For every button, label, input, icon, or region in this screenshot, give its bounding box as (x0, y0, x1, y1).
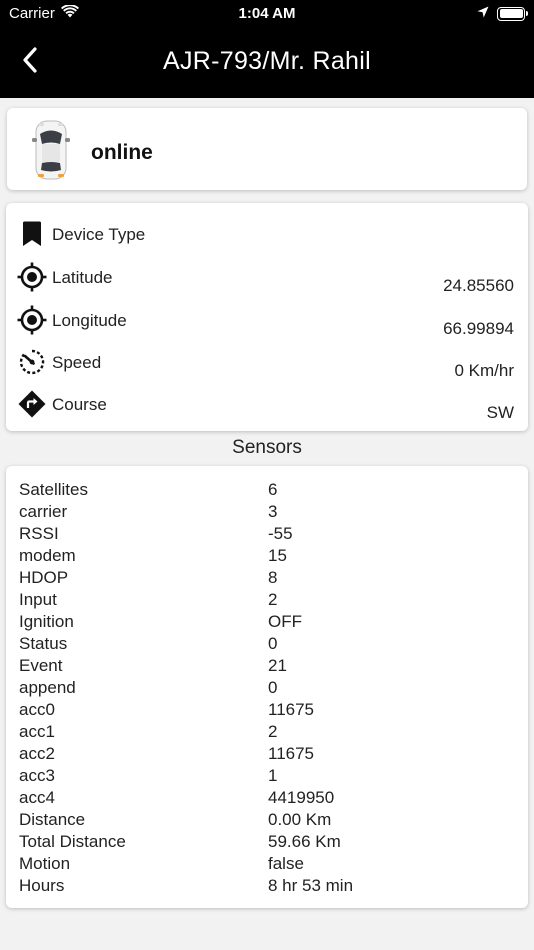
sensor-row: Distance 0.00 Km (6, 810, 528, 832)
vehicle-info-card: Device Type Latitude 24.85560 Longitude … (6, 203, 528, 431)
device-type-row: Device Type (6, 215, 528, 255)
battery-icon (497, 6, 528, 21)
sensor-name: append (19, 678, 76, 697)
sensor-value: 0.00 Km (268, 810, 332, 829)
sensor-row: Hours 8 hr 53 min (6, 876, 528, 898)
speed-label: Speed (52, 353, 102, 372)
sensors-card: Satellites 6 carrier 3 RSSI -55 modem 15 HDOP 8 In… (6, 466, 528, 908)
sensor-value: OFF (268, 612, 302, 631)
course-row: Course SW (6, 385, 528, 425)
sensor-name: carrier (19, 502, 68, 521)
sensor-row: acc3 1 (6, 766, 528, 788)
turn-right-icon (17, 389, 47, 419)
gps-fixed-icon (17, 262, 47, 292)
speed-row: Speed 0 Km/hr (6, 343, 528, 383)
sensor-row: Total Distance 59.66 Km (6, 832, 528, 854)
longitude-row: Longitude 66.99894 (6, 301, 528, 341)
speed-value: 0 Km/hr (454, 361, 514, 380)
sensor-value: 1 (268, 766, 278, 785)
car-top-view-icon (31, 118, 71, 182)
sensor-name: acc0 (19, 700, 55, 719)
status-time: 1:04 AM (238, 5, 296, 22)
sensor-row: Event 21 (6, 656, 528, 678)
sensor-value: 3 (268, 502, 278, 521)
gps-fixed-icon (17, 305, 47, 335)
sensor-row: acc1 2 (6, 722, 528, 744)
speedometer-icon (17, 347, 47, 377)
sensor-name: acc3 (19, 766, 55, 785)
status-right-group (477, 5, 528, 22)
sensor-row: Motion false (6, 854, 528, 876)
sensor-row: Status 0 (6, 634, 528, 656)
sensor-row: acc0 11675 (6, 700, 528, 722)
sensor-row: Satellites 6 (6, 480, 528, 502)
sensor-name: Satellites (19, 480, 88, 499)
sensor-row: acc4 4419950 (6, 788, 528, 810)
page-title: AJR-793/Mr. Rahil (163, 47, 371, 75)
course-value: SW (486, 403, 514, 422)
latitude-value: 24.85560 (443, 276, 514, 295)
latitude-row: Latitude 24.85560 (6, 258, 528, 298)
top-bar: Carrier 1:04 AM AJR-793/Mr. Rahil (0, 0, 534, 98)
vehicle-status-text: online (91, 141, 153, 164)
sensor-value: -55 (268, 524, 293, 543)
sensor-row: modem 15 (6, 546, 528, 568)
vehicle-status-card: online (7, 108, 527, 190)
sensor-name: Input (19, 590, 57, 609)
sensor-name: acc1 (19, 722, 55, 741)
course-label: Course (52, 395, 107, 414)
sensor-value: 11675 (268, 700, 315, 719)
sensor-name: Total Distance (19, 832, 126, 851)
sensor-name: Event (19, 656, 63, 675)
sensor-name: Status (19, 634, 68, 653)
sensor-row: acc2 11675 (6, 744, 528, 766)
chevron-left-icon (22, 46, 38, 78)
sensor-name: HDOP (19, 568, 69, 587)
sensor-row: RSSI -55 (6, 524, 528, 546)
sensor-name: Distance (19, 810, 86, 829)
sensor-value: 2 (268, 590, 278, 609)
longitude-label: Longitude (52, 311, 127, 330)
sensor-row: carrier 3 (6, 502, 528, 524)
sensor-name: Hours (19, 876, 65, 895)
sensor-row: Input 2 (6, 590, 528, 612)
sensor-value: 0 (268, 678, 278, 697)
sensor-value: 8 (268, 568, 278, 587)
location-arrow-icon (477, 5, 489, 22)
sensor-value: false (268, 854, 304, 873)
sensor-row: append 0 (6, 678, 528, 700)
sensor-name: Ignition (19, 612, 74, 631)
sensor-name: acc4 (19, 788, 55, 807)
latitude-label: Latitude (52, 268, 113, 287)
sensor-name: RSSI (19, 524, 59, 543)
sensor-value: 21 (268, 656, 287, 675)
longitude-value: 66.99894 (443, 319, 514, 338)
sensor-value: 4419950 (268, 788, 335, 807)
sensor-value: 15 (268, 546, 287, 565)
sensor-value: 2 (268, 722, 278, 741)
bookmark-icon (17, 219, 47, 249)
sensor-name: acc2 (19, 744, 55, 763)
sensor-name: modem (19, 546, 76, 565)
device-type-label: Device Type (52, 225, 146, 244)
sensor-value: 6 (268, 480, 278, 499)
sensor-name: Motion (19, 854, 71, 873)
nav-bar: AJR-793/Mr. Rahil (0, 28, 534, 98)
sensor-value: 11675 (268, 744, 315, 763)
sensor-row: Ignition OFF (6, 612, 528, 634)
back-button[interactable] (14, 44, 46, 80)
sensor-row: HDOP 8 (6, 568, 528, 590)
sensor-value: 0 (268, 634, 278, 653)
sensors-heading: Sensors (232, 437, 302, 458)
sensor-value: 59.66 Km (268, 832, 341, 851)
status-bar: Carrier 1:04 AM (0, 0, 534, 28)
sensor-value: 8 hr 53 min (268, 876, 354, 895)
